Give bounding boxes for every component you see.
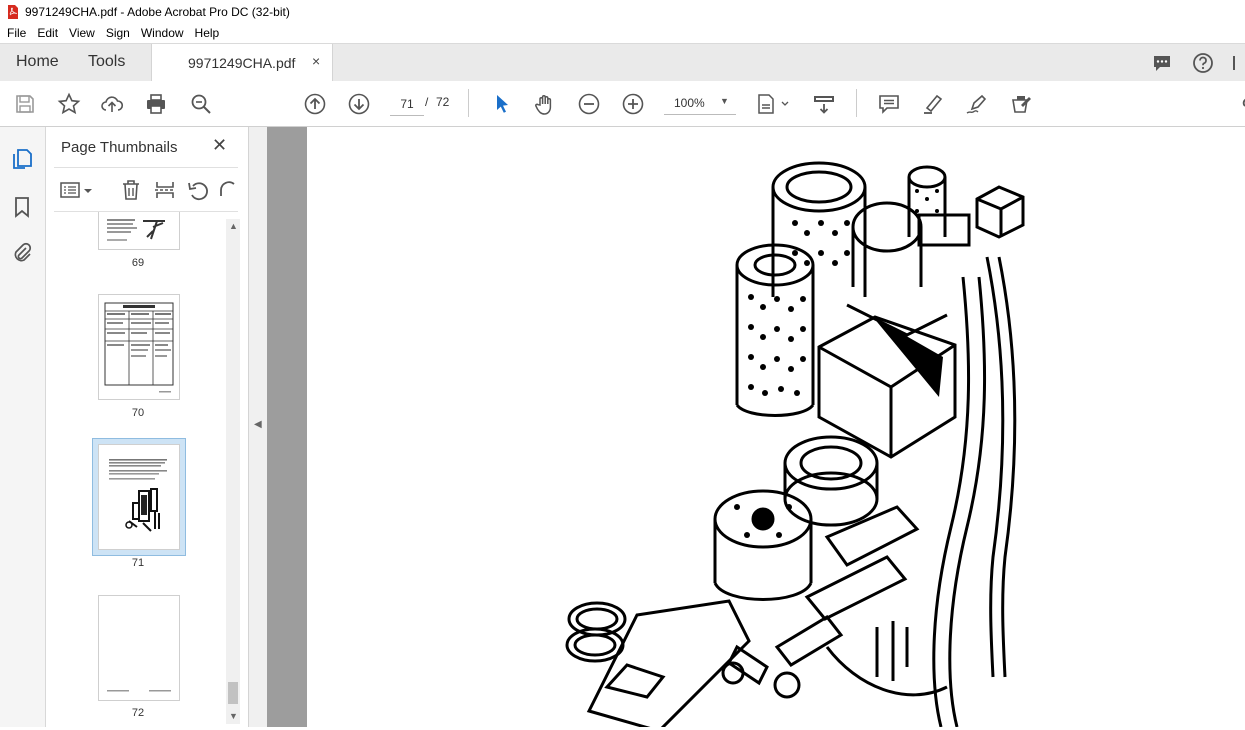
panel-title: Page Thumbnails — [61, 139, 178, 156]
rotate-clockwise-icon[interactable] — [218, 179, 236, 201]
page-preview-71 — [109, 459, 167, 532]
page-number-label: 69 — [131, 257, 145, 269]
menu-help[interactable]: Help — [195, 26, 220, 40]
scrollbar-thumb[interactable] — [228, 682, 238, 704]
page-number-label: 71 — [131, 557, 145, 569]
close-panel-button[interactable]: ✕ — [212, 135, 227, 156]
thumbnail-list: 69 70 71 72 — [46, 212, 231, 727]
zoom-dropdown[interactable]: 100% ▼ — [664, 92, 736, 115]
document-background — [267, 127, 307, 727]
tab-tools[interactable]: Tools — [88, 53, 125, 71]
page-preview-70 — [104, 302, 174, 393]
menu-bar: File Edit View Sign Window Help — [0, 23, 1245, 43]
parts-illustration — [565, 161, 1025, 730]
panel-collapse-handle[interactable]: ◀ — [249, 127, 267, 727]
next-page-icon[interactable] — [347, 92, 371, 116]
toolbar: / 72 100% ▼ — [0, 81, 1245, 127]
page-number-label: 70 — [131, 407, 145, 419]
delete-page-icon[interactable] — [119, 179, 143, 201]
menu-view[interactable]: View — [69, 26, 95, 40]
page-preview-69 — [107, 219, 165, 241]
page-thumbnail-69[interactable] — [98, 212, 180, 250]
zoom-out-icon[interactable] — [577, 92, 601, 116]
tab-home[interactable]: Home — [16, 53, 59, 71]
search-zoom-icon[interactable] — [189, 92, 213, 116]
redact-tool-icon[interactable] — [1009, 92, 1033, 116]
scroll-down-arrow-icon[interactable]: ▼ — [229, 711, 238, 721]
select-cursor-icon[interactable] — [490, 92, 514, 116]
page-separator: / — [425, 95, 429, 109]
page-number-label: 72 — [131, 707, 145, 719]
help-icon[interactable] — [1192, 52, 1214, 74]
menu-edit[interactable]: Edit — [37, 26, 58, 40]
page-fit-icon[interactable] — [755, 92, 791, 116]
zoom-in-icon[interactable] — [621, 92, 645, 116]
panel-divider — [54, 167, 238, 168]
collapse-arrow-icon: ◀ — [254, 419, 262, 430]
close-tab-button[interactable]: × — [312, 53, 320, 69]
toolbar-divider — [468, 89, 469, 117]
document-page — [307, 127, 1245, 730]
title-bar: 9971249CHA.pdf - Adobe Acrobat Pro DC (3… — [0, 0, 1245, 23]
more-icon[interactable] — [1233, 52, 1245, 74]
bookmark-star-icon[interactable] — [57, 92, 81, 116]
attachments-paperclip-icon[interactable] — [11, 241, 33, 265]
menu-window[interactable]: Window — [141, 26, 184, 40]
window-title: 9971249CHA.pdf - Adobe Acrobat Pro DC (3… — [25, 4, 290, 19]
pdf-file-icon — [8, 4, 18, 19]
page-thumbnails-panel: Page Thumbnails ✕ 69 70 71 72 ▲ ▼ — [46, 127, 249, 727]
menu-sign[interactable]: Sign — [106, 26, 130, 40]
total-pages: 72 — [436, 95, 450, 109]
sign-pen-icon[interactable] — [965, 92, 989, 116]
thumbnail-scrollbar[interactable]: ▲ ▼ — [226, 219, 240, 724]
print-icon[interactable] — [144, 92, 168, 116]
left-navigation-rail — [0, 127, 46, 727]
upload-cloud-icon[interactable] — [100, 92, 124, 116]
zoom-value: 100% — [674, 96, 705, 110]
toolbar-divider — [856, 89, 857, 117]
tab-document[interactable]: 9971249CHA.pdf × — [151, 44, 333, 81]
tab-document-label: 9971249CHA.pdf — [188, 55, 296, 71]
bookmarks-icon[interactable] — [11, 195, 33, 219]
page-number-input[interactable] — [390, 93, 424, 116]
previous-page-icon[interactable] — [303, 92, 327, 116]
scroll-mode-icon[interactable] — [812, 92, 836, 116]
add-comment-icon[interactable] — [877, 92, 901, 116]
page-thumbnail-72[interactable] — [98, 595, 180, 701]
share-link-icon[interactable] — [1235, 92, 1245, 116]
hand-tool-icon[interactable] — [533, 92, 557, 116]
menu-file[interactable]: File — [7, 26, 26, 40]
page-thumbnail-71[interactable] — [98, 444, 180, 550]
rotate-counterclockwise-icon[interactable] — [186, 179, 210, 201]
chevron-down-icon: ▼ — [720, 96, 729, 106]
page-preview-72 — [107, 690, 171, 692]
save-icon[interactable] — [13, 92, 37, 116]
thumbnail-options-icon[interactable] — [59, 179, 97, 201]
highlight-pen-icon[interactable] — [921, 92, 945, 116]
tab-bar: Home Tools 9971249CHA.pdf × — [0, 43, 1245, 82]
page-thumbnails-icon[interactable] — [11, 147, 33, 171]
comment-icon[interactable] — [1151, 52, 1173, 74]
extract-pages-icon[interactable] — [153, 179, 177, 201]
scroll-up-arrow-icon[interactable]: ▲ — [229, 221, 238, 231]
page-thumbnail-70[interactable] — [98, 294, 180, 400]
